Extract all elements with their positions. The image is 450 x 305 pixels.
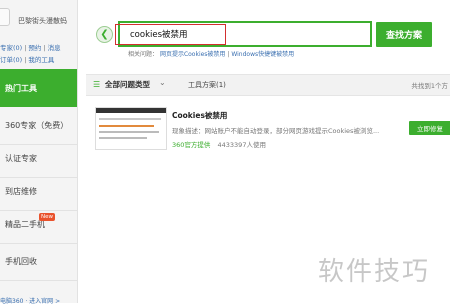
watermark: 软件技巧 xyxy=(318,257,431,287)
sidebar-item-label: 手机回收 xyxy=(5,257,37,266)
link-my-tools[interactable]: 我的工具 xyxy=(28,56,54,64)
related-link-2[interactable]: Windows快捷键被禁用 xyxy=(231,51,294,58)
fix-now-button[interactable]: 立即修复 xyxy=(409,121,450,135)
result-usage-count: 4433397人使用 xyxy=(217,141,266,149)
sidebar-item-label: 到店维修 xyxy=(5,187,37,196)
new-badge: New xyxy=(39,213,55,221)
tab-tool-solutions[interactable]: 工具方案(1) xyxy=(188,80,226,90)
user-links-row1: 专家(0) | 预约 | 消息 xyxy=(0,44,61,52)
result-thumbnail[interactable] xyxy=(95,107,167,150)
sidebar-item-label: 热门工具 xyxy=(5,83,37,93)
link-messages[interactable]: 消息 xyxy=(48,44,61,52)
link-experts[interactable]: 专家(0) xyxy=(0,44,22,52)
sidebar-item-hot-tools[interactable]: 热门工具 xyxy=(0,69,77,107)
related-questions: 相关问题： 网页提示Cookies被禁用 | Windows快捷键被禁用 xyxy=(128,49,294,58)
user-name: 巴黎街头漫散蚂 xyxy=(18,17,67,25)
result-provider: 360官方提供 xyxy=(172,141,211,149)
result-meta: 360官方提供 4433397人使用 xyxy=(172,139,266,149)
avatar[interactable] xyxy=(0,8,10,26)
user-panel: 巴黎街头漫散蚂 专家(0) | 预约 | 消息 订单(0) | 我的工具 xyxy=(0,0,77,66)
results-count: 共找到1个方 xyxy=(411,82,448,90)
back-arrow-icon[interactable]: ❮ xyxy=(96,26,113,43)
sidebar-item-label: 360专家（免费） xyxy=(5,121,69,130)
sidebar-item-label: 认证专家 xyxy=(5,154,37,163)
link-appointment[interactable]: 预约 xyxy=(28,44,41,52)
user-links-row2: 订单(0) | 我的工具 xyxy=(0,56,55,64)
filter-dropdown[interactable]: 全部问题类型 xyxy=(105,79,150,90)
results-toolbar: ☰ 全部问题类型 ⌄ 工具方案(1) 共找到1个方 xyxy=(86,74,450,96)
related-link-1[interactable]: 网页提示Cookies被禁用 xyxy=(160,51,226,58)
related-label: 相关问题： xyxy=(128,51,159,58)
chevron-down-icon[interactable]: ⌄ xyxy=(159,78,166,87)
list-icon: ☰ xyxy=(93,80,101,89)
link-orders[interactable]: 订单(0) xyxy=(0,56,22,64)
result-title[interactable]: Cookies被禁用 xyxy=(172,110,227,121)
result-description: 现象描述：网站账户不能自动登录，部分网页游戏提示Cookies被浏览... xyxy=(172,127,380,135)
sidebar-bottom-link[interactable]: 电脑360 · 进入官网 > xyxy=(0,296,60,305)
sidebar: 巴黎街头漫散蚂 专家(0) | 预约 | 消息 订单(0) | 我的工具 热门工具 360专… xyxy=(0,0,78,305)
search-button[interactable]: 查找方案 xyxy=(376,22,432,47)
related-separator: | xyxy=(227,51,230,58)
highlight-box xyxy=(115,24,226,45)
sidebar-item-used-phones[interactable]: 精品二手机 New xyxy=(0,206,77,244)
sidebar-item-phone-recycle[interactable]: 手机回收 xyxy=(0,243,77,281)
